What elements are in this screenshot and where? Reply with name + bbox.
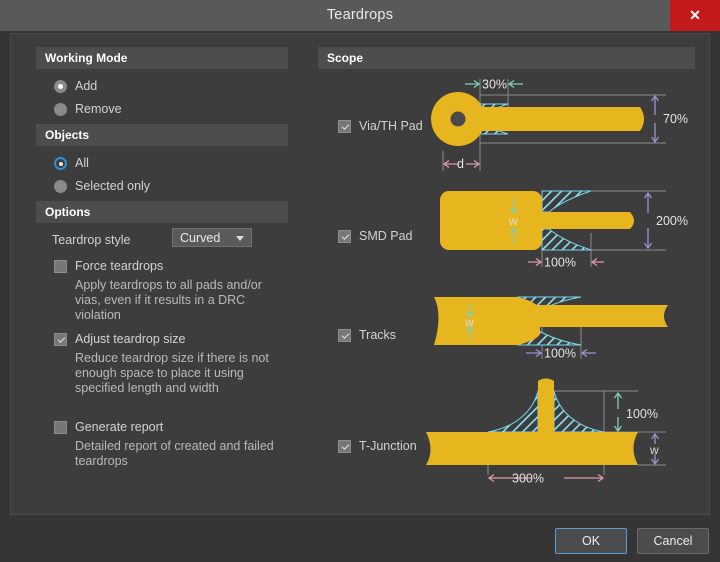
radio-label: Selected only: [75, 179, 151, 193]
objects-header: Objects: [36, 124, 288, 146]
radio-indicator: [54, 103, 67, 116]
checkbox-label: SMD Pad: [359, 229, 413, 243]
checkbox-indicator: [54, 333, 67, 346]
checkbox-label: Generate report: [75, 420, 164, 434]
ok-button[interactable]: OK: [555, 528, 627, 554]
checkbox-label: T-Junction: [359, 439, 417, 453]
checkbox-label: Force teardrops: [75, 259, 164, 273]
working-mode-header: Working Mode: [36, 47, 288, 69]
via-length-dim: 30%: [482, 78, 507, 92]
dialog-content: Working Mode Add Remove Objects All Sele…: [10, 33, 710, 515]
generate-report-description: Detailed report of created and failed te…: [75, 439, 274, 468]
checkbox-indicator: [338, 329, 351, 342]
close-button[interactable]: ✕: [670, 0, 720, 31]
checkbox-label: Adjust teardrop size: [75, 332, 186, 346]
radio-indicator: [54, 80, 67, 93]
radio-objects-selected-only[interactable]: Selected only: [54, 177, 254, 197]
via-th-pad-diagram: 30% 70% d: [431, 78, 688, 171]
radio-indicator: [54, 157, 67, 170]
scope-header: Scope: [318, 47, 695, 69]
scope-row-smd-pad: SMD Pad w 200% 100%: [318, 185, 695, 280]
tracks-diagram: w 100%: [434, 296, 668, 361]
chevron-down-icon: [236, 236, 244, 241]
tracks-length-dim: 100%: [544, 347, 576, 361]
checkbox-label: Tracks: [359, 328, 397, 342]
teardrops-dialog: Teardrops ✕ Working Mode Add Remove Obje…: [0, 0, 720, 562]
smd-pad-diagram: w 200% 100%: [440, 190, 688, 270]
t-junction-height-dim: 100%: [626, 407, 658, 421]
t-junction-diagram: 100% w 300%: [426, 378, 666, 486]
cancel-button[interactable]: Cancel: [637, 528, 709, 554]
teardrop-style-label: Teardrop style: [52, 233, 131, 247]
force-teardrops-description: Apply teardrops to all pads and/or vias,…: [75, 278, 262, 322]
checkbox-indicator: [338, 440, 351, 453]
page-title: Teardrops: [326, 7, 394, 23]
checkbox-generate-report[interactable]: Generate report: [54, 418, 274, 438]
t-junction-length-dim: 300%: [512, 472, 544, 486]
title-bar: Teardrops ✕: [0, 0, 720, 31]
radio-label: All: [75, 156, 89, 170]
smd-pad-width-dim: w: [508, 214, 518, 228]
radio-working-mode-add[interactable]: Add: [54, 77, 254, 97]
checkbox-label: Via/TH Pad: [359, 119, 423, 133]
adjust-teardrop-size-description: Reduce teardrop size if there is not eno…: [75, 351, 269, 395]
scope-row-via-th-pad: Via/TH Pad 30% 70% d: [318, 71, 695, 176]
t-junction-track-width-dim: w: [649, 443, 659, 457]
options-header: Options: [36, 201, 288, 223]
radio-label: Remove: [75, 102, 122, 116]
scope-row-tracks: Tracks w 100%: [318, 285, 695, 375]
radio-label: Add: [75, 79, 98, 93]
teardrop-style-select[interactable]: Curved: [172, 228, 252, 247]
radio-working-mode-remove[interactable]: Remove: [54, 100, 254, 120]
via-width-dim: 70%: [663, 112, 688, 126]
checkbox-indicator: [54, 260, 67, 273]
radio-objects-all[interactable]: All: [54, 154, 254, 174]
track-width-dim: w: [464, 315, 474, 329]
radio-indicator: [54, 180, 67, 193]
checkbox-indicator: [338, 230, 351, 243]
checkbox-force-teardrops[interactable]: Force teardrops: [54, 257, 274, 277]
checkbox-indicator: [338, 120, 351, 133]
teardrop-style-value: Curved: [180, 231, 221, 245]
smd-length-dim: 100%: [544, 256, 576, 270]
checkbox-adjust-teardrop-size[interactable]: Adjust teardrop size: [54, 330, 274, 350]
checkbox-indicator: [54, 421, 67, 434]
close-icon: ✕: [689, 7, 701, 23]
via-diameter-dim: d: [457, 157, 464, 171]
smd-width-dim: 200%: [656, 214, 688, 228]
scope-row-t-junction: T-Junction 100% w 300%: [318, 377, 695, 487]
